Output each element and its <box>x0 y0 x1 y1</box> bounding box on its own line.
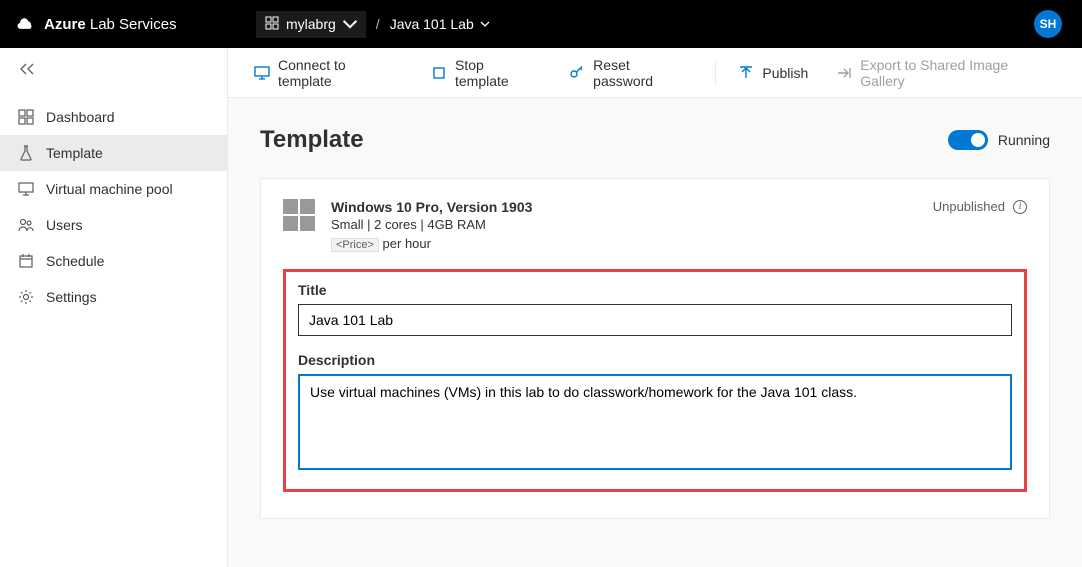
sidebar-item-label: Template <box>46 145 103 161</box>
dashboard-icon <box>18 109 34 125</box>
sidebar-item-schedule[interactable]: Schedule <box>0 243 227 279</box>
windows-icon <box>283 199 315 231</box>
upload-icon <box>738 65 754 81</box>
resource-group-icon <box>264 15 280 34</box>
breadcrumb-separator: / <box>376 16 380 32</box>
sidebar-item-label: Schedule <box>46 253 104 269</box>
running-toggle[interactable] <box>948 130 988 150</box>
brand-text: Azure Lab Services <box>44 16 177 33</box>
sidebar: Dashboard Template Virtual machine pool … <box>0 48 228 567</box>
toggle-label: Running <box>998 132 1050 148</box>
collapse-sidebar-button[interactable] <box>0 62 227 99</box>
reset-password-button[interactable]: Reset password <box>559 51 703 95</box>
template-card: Windows 10 Pro, Version 1903 Small | 2 c… <box>260 178 1050 519</box>
monitor-icon <box>254 65 270 81</box>
key-icon <box>569 65 585 81</box>
chevron-down-icon <box>480 19 490 29</box>
status-text: Unpublished <box>933 199 1005 214</box>
sidebar-item-label: Dashboard <box>46 109 115 125</box>
running-toggle-group: Running <box>948 130 1050 150</box>
sidebar-item-settings[interactable]: Settings <box>0 279 227 315</box>
stop-icon <box>431 65 447 81</box>
toolbar: Connect to template Stop template Reset … <box>228 48 1082 98</box>
brand[interactable]: Azure Lab Services <box>16 13 256 36</box>
info-icon[interactable]: i <box>1013 200 1027 214</box>
card-header: Windows 10 Pro, Version 1903 Small | 2 c… <box>283 199 1027 251</box>
stop-button[interactable]: Stop template <box>421 51 551 95</box>
os-price: <Price> per hour <box>331 236 1027 251</box>
button-label: Connect to template <box>278 57 403 89</box>
chevron-down-icon <box>342 16 358 32</box>
azure-cloud-icon <box>16 13 36 36</box>
sidebar-item-label: Virtual machine pool <box>46 181 173 197</box>
price-placeholder: <Price> <box>331 238 379 252</box>
publish-status: Unpublished i <box>933 199 1027 214</box>
button-label: Stop template <box>455 57 541 89</box>
connect-button[interactable]: Connect to template <box>244 51 413 95</box>
sidebar-item-label: Users <box>46 217 83 233</box>
button-label: Export to Shared Image Gallery <box>860 57 1056 89</box>
flask-icon <box>18 145 34 161</box>
description-label: Description <box>298 352 1012 368</box>
lab-selector[interactable]: Java 101 Lab <box>390 16 490 32</box>
lab-name: Java 101 Lab <box>390 16 474 32</box>
page-title: Template <box>260 126 364 154</box>
os-name: Windows 10 Pro, Version 1903 <box>331 199 1027 215</box>
toolbar-divider <box>715 61 716 85</box>
users-icon <box>18 217 34 233</box>
form-area-highlight: Title Description <box>283 269 1027 492</box>
gear-icon <box>18 289 34 305</box>
double-chevron-left-icon <box>18 62 36 76</box>
content: Template Running Windows 10 Pro, Version… <box>228 98 1082 547</box>
export-icon <box>836 65 852 81</box>
title-label: Title <box>298 282 1012 298</box>
page-header: Template Running <box>260 126 1050 154</box>
main: Connect to template Stop template Reset … <box>228 48 1082 567</box>
toggle-knob <box>971 133 985 147</box>
resource-group-selector[interactable]: mylabrg <box>256 11 366 38</box>
description-textarea[interactable] <box>298 374 1012 470</box>
price-suffix: per hour <box>383 236 431 251</box>
button-label: Publish <box>762 65 808 81</box>
title-input[interactable] <box>298 304 1012 336</box>
calendar-icon <box>18 253 34 269</box>
resource-group-name: mylabrg <box>286 16 336 32</box>
breadcrumb: mylabrg / Java 101 Lab <box>256 0 490 48</box>
os-spec: Small | 2 cores | 4GB RAM <box>331 217 1027 232</box>
sidebar-item-template[interactable]: Template <box>0 135 227 171</box>
monitor-icon <box>18 181 34 197</box>
avatar[interactable]: SH <box>1034 10 1062 38</box>
top-bar: Azure Lab Services mylabrg / Java 101 La… <box>0 0 1082 48</box>
button-label: Reset password <box>593 57 693 89</box>
sidebar-item-dashboard[interactable]: Dashboard <box>0 99 227 135</box>
export-button: Export to Shared Image Gallery <box>826 51 1066 95</box>
publish-button[interactable]: Publish <box>728 59 818 87</box>
sidebar-item-vmpool[interactable]: Virtual machine pool <box>0 171 227 207</box>
sidebar-item-users[interactable]: Users <box>0 207 227 243</box>
sidebar-item-label: Settings <box>46 289 97 305</box>
